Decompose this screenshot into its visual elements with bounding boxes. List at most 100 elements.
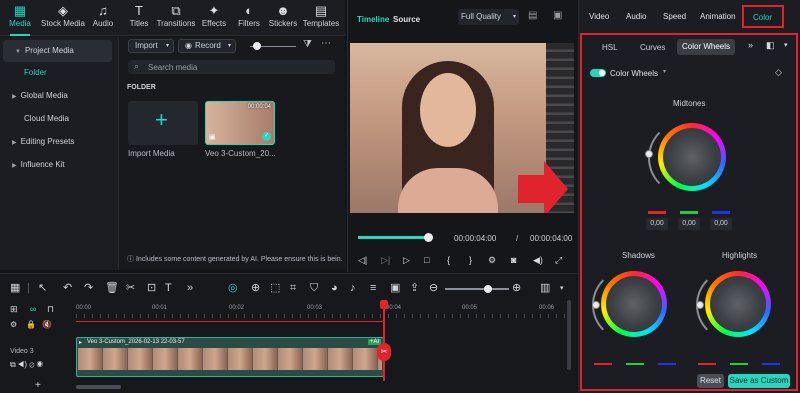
track-settings-icon[interactable]: ⚙ <box>10 320 17 329</box>
compare-icon[interactable]: ◧ <box>766 40 775 51</box>
chevron-down-icon[interactable]: ▾ <box>663 68 666 75</box>
shield-icon[interactable]: ⛉ <box>310 283 318 294</box>
tab-timeline[interactable]: Timeline <box>357 15 389 24</box>
mute-icon[interactable]: 🔇 <box>42 320 52 329</box>
tab-audio[interactable]: Audio <box>626 12 646 21</box>
highlights-level-arc[interactable] <box>696 269 768 341</box>
import-media-tile[interactable]: + <box>128 101 198 145</box>
tab-transitions[interactable]: ⧉ Transitions <box>156 3 196 33</box>
track-icons[interactable]: ⧉ ◀) ⊘ ◉ <box>10 360 43 370</box>
tab-video[interactable]: Video <box>589 12 609 21</box>
more-icon[interactable]: ⋯ <box>321 38 331 49</box>
sidebar-item-editing-presets[interactable]: ▶ Editing Presets <box>0 131 112 153</box>
search-input[interactable]: ⌕ Search media <box>128 60 335 74</box>
select-tool-icon[interactable]: ↖ <box>38 283 47 294</box>
zoom-slider-handle[interactable] <box>484 285 492 293</box>
split-icon[interactable]: ⊕ <box>251 283 260 294</box>
save-as-custom-button[interactable]: Save as Custom <box>728 374 790 388</box>
media-clip-thumbnail[interactable]: 00:00:04 ▣ ✓ <box>205 101 275 145</box>
tab-audio[interactable]: ♫ Audio <box>91 3 115 33</box>
sidebar-item-global-media[interactable]: ▶ Global Media <box>0 85 112 107</box>
more-tools-icon[interactable]: » <box>187 283 193 294</box>
zoom-out-icon[interactable]: ⊖ <box>429 283 438 294</box>
filter-icon[interactable]: ⧩ <box>303 39 312 50</box>
chevron-down-icon[interactable]: ▾ <box>784 41 788 49</box>
magnet-icon[interactable]: ⊓ <box>47 304 54 315</box>
marker-icon[interactable]: ⬚ <box>270 283 280 294</box>
import-button[interactable]: Import ▾ <box>128 39 174 53</box>
timeline-scrollbar[interactable] <box>76 385 121 389</box>
palette-icon[interactable]: ◕ <box>331 283 338 294</box>
sidebar-item-cloud-media[interactable]: Cloud Media <box>0 108 112 130</box>
tab-animation[interactable]: Animation <box>700 12 736 21</box>
lock-icon[interactable]: 🔒 <box>26 320 36 329</box>
delete-icon[interactable]: 🗑 <box>105 283 119 294</box>
export-icon[interactable]: ⇪ <box>410 283 419 294</box>
add-track-icon[interactable]: ⊞ <box>10 304 18 315</box>
play-icon[interactable]: ▷ <box>403 255 410 266</box>
highlights-level-handle[interactable] <box>696 301 704 309</box>
reset-button[interactable]: Reset <box>697 374 724 388</box>
camera-icon[interactable]: ◙ <box>511 255 516 265</box>
shadows-level-arc[interactable] <box>592 269 664 341</box>
undo-icon[interactable]: ↶ <box>63 283 72 294</box>
record-button[interactable]: ◉ Record ▾ <box>178 39 236 53</box>
midtones-color-wheel[interactable] <box>658 123 726 191</box>
microphone-icon[interactable]: ♪ <box>350 283 356 294</box>
redo-icon[interactable]: ↷ <box>84 283 93 294</box>
timeline-grid-icon[interactable]: ▥ <box>540 283 550 294</box>
color-wheels-toggle[interactable] <box>590 69 606 77</box>
snapshot-grid-icon[interactable]: ▤ <box>528 10 537 21</box>
text-tool-icon[interactable]: T <box>165 283 172 294</box>
shadows-level-handle[interactable] <box>592 301 600 309</box>
tab-source[interactable]: Source <box>393 15 420 24</box>
pip-icon[interactable]: ▣ <box>390 283 400 294</box>
video-preview[interactable] <box>350 43 574 213</box>
ai-tool-icon[interactable]: ◎ <box>228 283 238 294</box>
tab-titles[interactable]: T Titles <box>126 3 152 33</box>
settings-icon[interactable]: ⚙ <box>488 255 496 266</box>
volume-icon[interactable]: ◀) <box>533 255 543 266</box>
midtones-level-handle[interactable] <box>645 150 653 158</box>
chevron-down-icon[interactable]: ▾ <box>560 283 564 294</box>
tab-color[interactable]: Color <box>742 5 784 28</box>
quality-select[interactable]: Full Quality ▾ <box>458 9 519 25</box>
fullscreen-icon[interactable]: ⤢ <box>555 255 562 266</box>
layout-grid-icon[interactable]: ▦ <box>10 283 20 294</box>
list-icon[interactable]: ≡ <box>370 283 376 294</box>
prev-frame-icon[interactable]: ▷| <box>381 255 390 266</box>
tab-stickers[interactable]: ☻ Stickers <box>268 3 298 33</box>
keyframe-diamond-icon[interactable]: ◇ <box>775 67 782 78</box>
add-track-button[interactable]: + <box>35 380 41 391</box>
link-icon[interactable]: ∞ <box>30 304 36 314</box>
tab-filters[interactable]: ◐ Filters <box>236 3 262 33</box>
zoom-in-icon[interactable]: ⊕ <box>512 283 521 294</box>
green-value-field[interactable]: 0,00 <box>678 218 700 230</box>
sidebar-item-project-media[interactable]: ▼ Project Media <box>3 40 112 62</box>
mark-in-icon[interactable]: { <box>447 255 450 265</box>
tab-speed[interactable]: Speed <box>663 12 686 21</box>
timeline-video-clip[interactable]: Veo 3-Custom_2026-02-13 22-03-57 ▸ +AI <box>76 337 384 377</box>
tab-effects[interactable]: ✦ Effects <box>200 3 228 33</box>
cut-icon[interactable]: ✂ <box>126 283 135 294</box>
tab-stock-media[interactable]: ◈ Stock Media <box>40 3 86 33</box>
stop-icon[interactable]: □ <box>424 255 429 265</box>
red-value-field[interactable]: 0,00 <box>646 218 668 230</box>
crop-icon[interactable]: ⊡ <box>147 283 156 294</box>
picture-icon[interactable]: ▣ <box>553 10 562 21</box>
skip-back-icon[interactable]: ◁| <box>358 255 367 266</box>
slider-handle[interactable] <box>253 42 261 50</box>
subtab-hsl[interactable]: HSL <box>602 43 618 52</box>
more-tabs-icon[interactable]: » <box>748 40 753 50</box>
tab-templates[interactable]: ▤ Templates <box>301 3 341 33</box>
zoom-slider[interactable] <box>445 288 509 290</box>
sidebar-item-influence-kit[interactable]: ▶ Influence Kit <box>0 154 112 176</box>
sidebar-item-folder[interactable]: Folder <box>0 62 112 84</box>
playhead-line[interactable] <box>383 301 385 381</box>
snap-icon[interactable]: ⌗ <box>290 283 296 294</box>
scissors-icon[interactable]: ✂ <box>377 343 391 361</box>
subtab-color-wheels[interactable]: Color Wheels <box>677 39 735 55</box>
playhead-top[interactable] <box>380 300 388 309</box>
blue-value-field[interactable]: 0,00 <box>710 218 732 230</box>
timeline-vertical-scrollbar[interactable] <box>567 300 571 370</box>
